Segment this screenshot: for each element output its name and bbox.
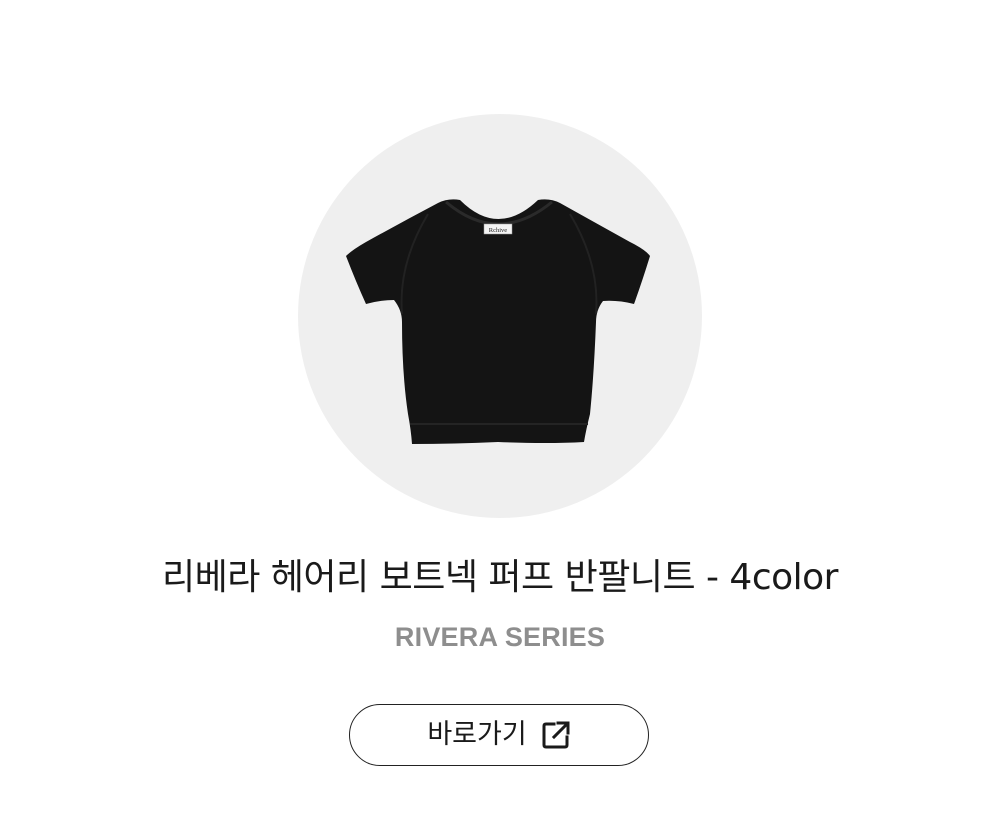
product-title[interactable]: 리베라 헤어리 보트넥 퍼프 반팔니트 - 4color	[0, 556, 1000, 600]
series-label: RIVERA SERIES	[394, 622, 606, 652]
go-button-label: 바로가기	[427, 719, 527, 750]
product-card: Rchive 리베라 헤어리 보트넥 퍼프 반팔니트 - 4color RIVE…	[0, 0, 1000, 839]
external-link-icon	[542, 721, 570, 749]
go-button[interactable]: 바로가기	[349, 704, 649, 766]
garment-body	[346, 199, 650, 444]
garment-tag-text: Rchive	[489, 227, 508, 234]
knit-top-illustration: Rchive	[346, 199, 650, 444]
product-image[interactable]: Rchive	[298, 114, 702, 518]
